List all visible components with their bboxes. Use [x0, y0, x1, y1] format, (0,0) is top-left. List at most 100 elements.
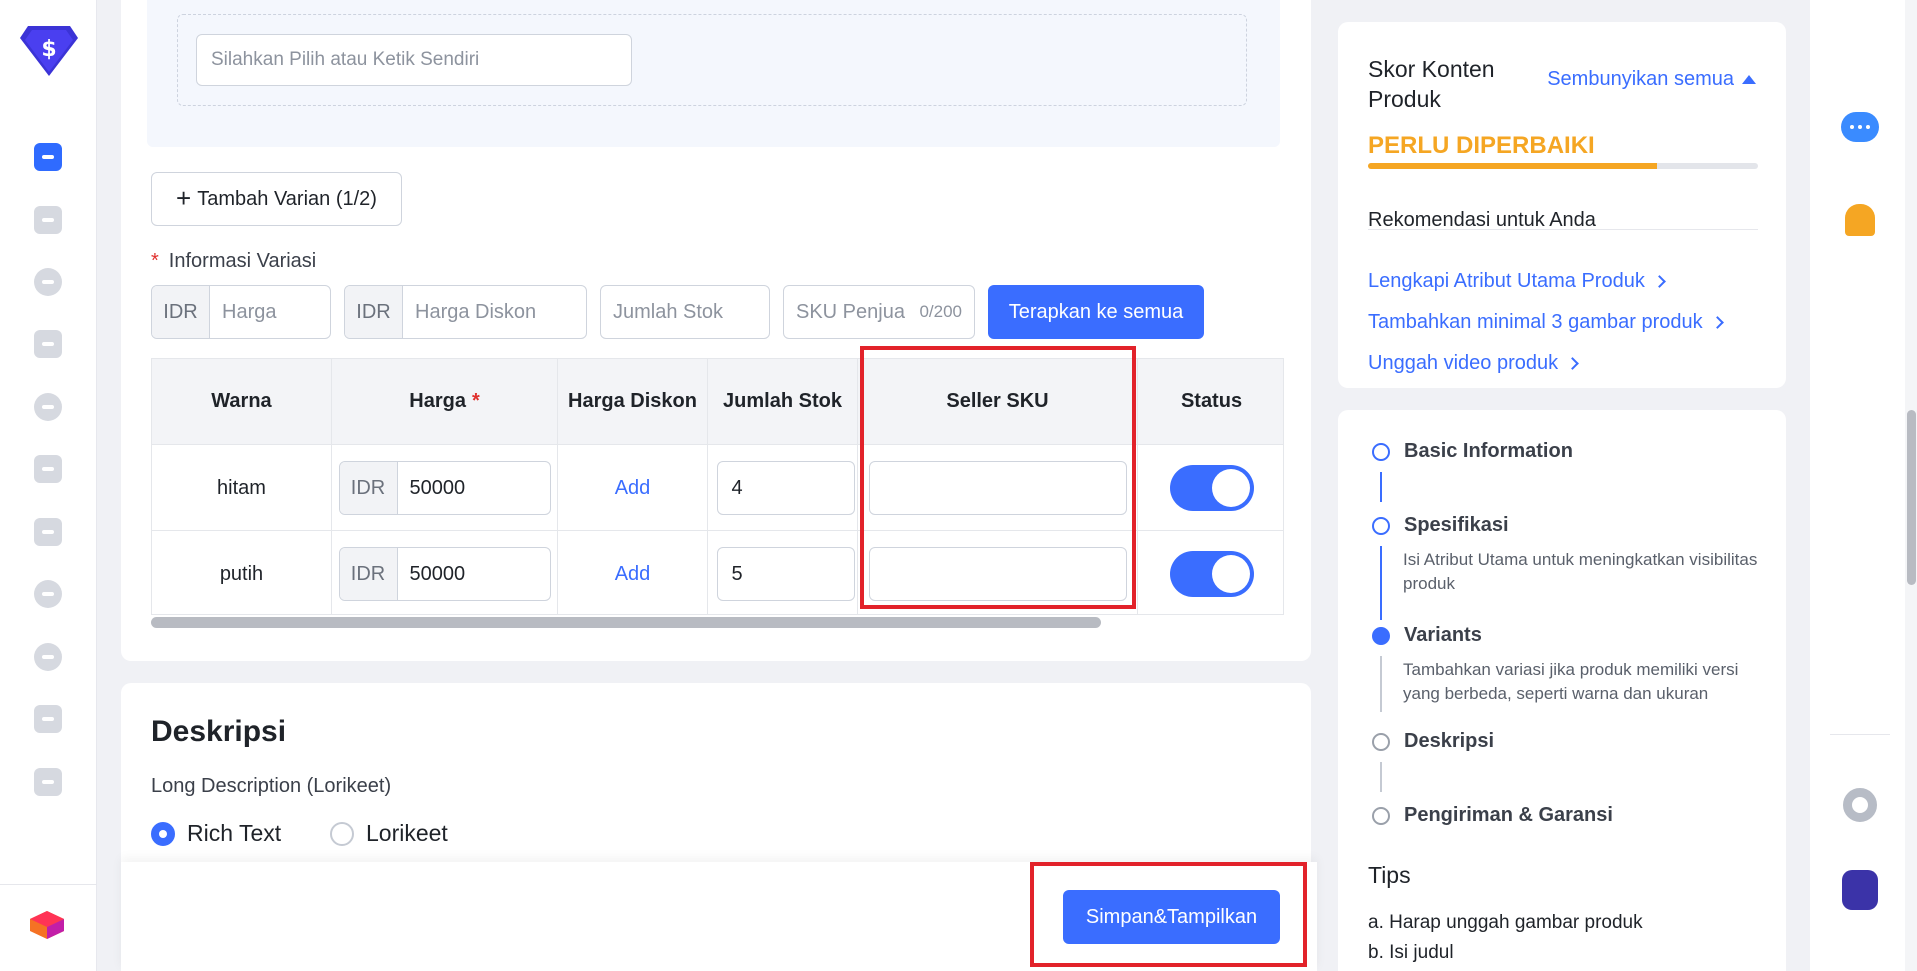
step-label: Basic Information [1404, 440, 1573, 462]
bulk-sku-field[interactable]: SKU Penjua 0/200 [783, 285, 975, 339]
reports-icon[interactable] [34, 330, 62, 358]
left-nav-rail: $ [0, 0, 97, 971]
step-connector [1380, 656, 1382, 712]
required-mark: * [471, 390, 480, 412]
col-header-price: Harga * [332, 359, 558, 444]
hide-all-label: Sembunyikan semua [1547, 68, 1734, 90]
step-description: Tambahkan variasi jika produk memiliki v… [1403, 660, 1739, 703]
step-description: Isi Atribut Utama untuk meningkatkan vis… [1403, 550, 1758, 593]
step-connector [1380, 472, 1382, 502]
stock-input[interactable]: 5 [716, 547, 855, 601]
status-toggle[interactable] [1169, 551, 1254, 597]
col-header-color: Warna [152, 359, 332, 444]
page-scrollbar-thumb[interactable] [1907, 410, 1916, 585]
col-header-status: Status [1180, 390, 1243, 412]
tip-item: a. Harap unggah gambar produk [1368, 912, 1643, 933]
store-icon[interactable] [34, 518, 62, 546]
products-icon[interactable] [34, 143, 62, 171]
add-variant-label: Tambah Varian (1/2) [197, 187, 377, 210]
hide-all-toggle[interactable]: Sembunyikan semua [1547, 68, 1756, 91]
radio-dot-selected [151, 821, 175, 846]
promotions-icon[interactable] [34, 393, 62, 421]
svg-text:$: $ [41, 37, 56, 62]
recommendation-text: Lengkapi Atribut Utama Produk [1368, 270, 1645, 292]
lazada-brand-icon [30, 911, 64, 939]
radio-label: Lorikeet [366, 820, 448, 846]
stock-placeholder: Jumlah Stok [613, 300, 724, 323]
chevron-right-icon [1710, 316, 1724, 329]
price-placeholder: Harga [222, 300, 277, 323]
table-horizontal-scrollbar[interactable] [151, 617, 1101, 628]
currency-addon: IDR [152, 286, 210, 338]
utility-divider [1830, 734, 1890, 735]
score-progress-bar [1368, 163, 1758, 169]
add-variant-button[interactable]: + Tambah Varian (1/2) [151, 172, 402, 226]
app-logo-icon[interactable]: $ [18, 22, 80, 80]
stock-input[interactable]: 4 [716, 461, 855, 515]
chevron-right-icon [1652, 275, 1666, 288]
step-specifications[interactable]: Spesifikasi [1372, 514, 1509, 537]
step-circle [1372, 806, 1390, 825]
bulk-discount-field[interactable]: IDR Harga Diskon [344, 285, 587, 339]
utility-rail [1810, 0, 1905, 971]
bulk-price-field[interactable]: IDR Harga [151, 285, 331, 339]
step-variants[interactable]: Variants [1372, 624, 1482, 647]
variation-info-label: * Informasi Variasi [151, 250, 316, 273]
recommendation-link[interactable]: Tambahkan minimal 3 gambar produk [1368, 311, 1724, 334]
radio-lorikeet[interactable]: Lorikeet [330, 820, 448, 847]
recommendation-link[interactable]: Unggah video produk [1368, 352, 1580, 375]
add-discount-link[interactable]: Add [615, 477, 651, 500]
analytics-icon[interactable] [34, 268, 62, 296]
radio-label: Rich Text [187, 820, 282, 846]
finance-icon[interactable] [34, 580, 62, 608]
score-progress-fill [1368, 163, 1657, 169]
discount-placeholder: Harga Diskon [415, 300, 537, 323]
step-connector [1380, 546, 1382, 620]
price-input[interactable]: IDR 50000 [338, 461, 551, 515]
rail-divider [0, 884, 97, 885]
gear-icon[interactable] [1840, 785, 1880, 825]
row-discount-cell: Add [558, 531, 708, 614]
required-mark: * [151, 250, 159, 272]
apply-all-button[interactable]: Terapkan ke semua [988, 285, 1204, 339]
row-color: hitam [152, 445, 332, 531]
score-status: PERLU DIPERBAIKI [1368, 132, 1595, 159]
chat-icon[interactable] [34, 455, 62, 483]
toggle-knob [1211, 469, 1250, 507]
price-value: 50000 [409, 562, 466, 585]
chevron-right-icon [1566, 357, 1580, 370]
orders-icon[interactable] [34, 206, 62, 234]
help-icon[interactable] [34, 643, 62, 671]
step-circle [1372, 732, 1390, 751]
sku-placeholder: SKU Penjua [796, 300, 905, 323]
radio-dot [330, 821, 354, 846]
currency-addon: IDR [339, 462, 398, 514]
step-circle-active [1372, 626, 1390, 645]
row-status-cell [1138, 531, 1283, 614]
step-basic-information[interactable]: Basic Information [1372, 440, 1573, 463]
status-toggle[interactable] [1169, 465, 1254, 511]
add-discount-link[interactable]: Add [615, 563, 651, 586]
variation-info-text: Informasi Variasi [168, 250, 317, 272]
description-title: Deskripsi [151, 715, 287, 748]
price-value: 50000 [409, 476, 466, 499]
recommendation-link[interactable]: Lengkapi Atribut Utama Produk [1368, 270, 1666, 293]
sku-char-counter: 0/200 [919, 302, 962, 321]
caret-up-icon [1742, 75, 1756, 84]
documents-icon[interactable] [34, 768, 62, 796]
account-icon[interactable] [34, 705, 62, 733]
price-input[interactable]: IDR 50000 [338, 547, 551, 601]
tip-item: b. Isi judul [1368, 942, 1454, 963]
bulk-stock-field[interactable]: Jumlah Stok [600, 285, 770, 339]
step-description-section[interactable]: Deskripsi [1372, 730, 1494, 753]
chat-bubble-icon[interactable] [1840, 107, 1880, 147]
step-connector [1380, 762, 1382, 792]
currency-addon: IDR [339, 548, 398, 600]
assistant-bot-icon[interactable] [1840, 870, 1880, 910]
radio-rich-text[interactable]: Rich Text [151, 820, 281, 847]
variant-option-input[interactable]: Silahkan Pilih atau Ketik Sendiri [196, 34, 632, 86]
bell-icon[interactable] [1840, 200, 1880, 240]
step-label: Variants [1404, 624, 1482, 646]
form-steps-card: Basic Information Spesifikasi Isi Atribu… [1338, 410, 1786, 971]
step-shipping-warranty[interactable]: Pengiriman & Garansi [1372, 804, 1613, 827]
